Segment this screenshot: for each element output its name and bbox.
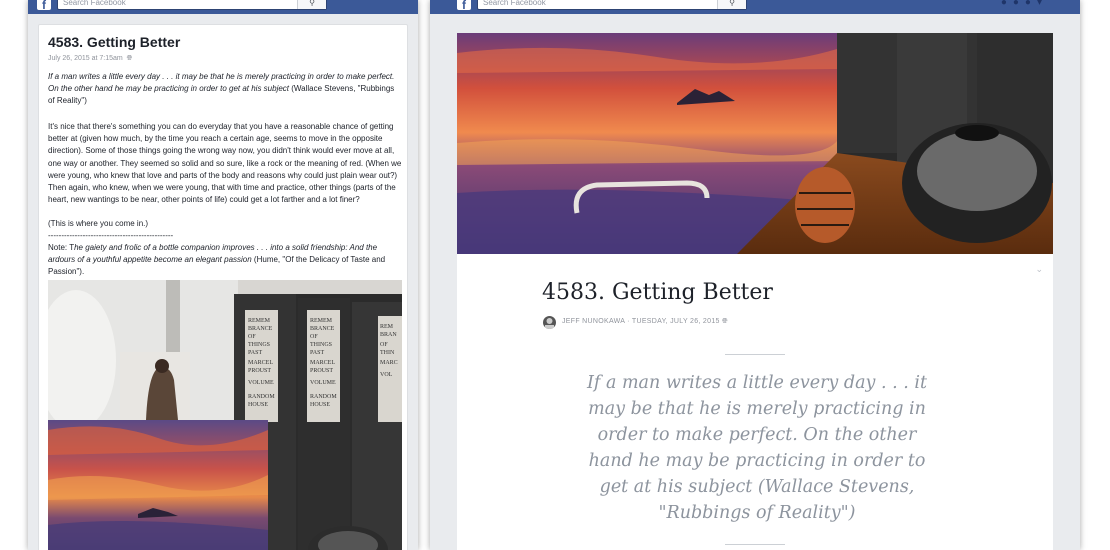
svg-text:REMEM: REMEM: [248, 318, 271, 324]
svg-text:MARCEL: MARCEL: [310, 360, 335, 366]
svg-text:REM: REM: [380, 324, 394, 330]
post-photo[interactable]: REMEM BRANCE OF THINGS PAST MARCEL PROUST VOL…: [48, 280, 402, 550]
article-date[interactable]: TUESDAY, JULY 26, 2015: [632, 318, 720, 325]
photo-illustration: REMEM BRANCE OF THINGS PAST MARCEL PROUST VOL…: [48, 280, 402, 550]
author-name[interactable]: JEFF NUNOKAWA: [562, 318, 625, 325]
article-body: ⌄ 4583. Getting Better JEFF NUNOKAWA · T…: [457, 254, 1053, 550]
svg-text:OF: OF: [248, 334, 256, 340]
facebook-logo-icon[interactable]: f: [457, 0, 471, 12]
cover-illustration: [457, 33, 1053, 254]
svg-text:THINGS: THINGS: [248, 342, 270, 348]
svg-text:PROUST: PROUST: [248, 368, 271, 374]
facebook-top-bar: f Search Facebook ⚲: [28, 0, 418, 14]
chevron-down-icon[interactable]: ▾: [1037, 0, 1048, 8]
svg-text:PAST: PAST: [310, 350, 324, 356]
search-icon[interactable]: ⚲: [297, 0, 326, 9]
svg-text:RANDOM: RANDOM: [248, 394, 275, 400]
search-box[interactable]: Search Facebook ⚲: [477, 0, 747, 10]
friends-icon[interactable]: ●: [1001, 0, 1013, 8]
facebook-logo-icon[interactable]: f: [37, 0, 51, 12]
divider-top: [725, 354, 785, 355]
article-byline: JEFF NUNOKAWA · TUESDAY, JULY 26, 2015 🌐…: [562, 318, 728, 326]
svg-text:HOUSE: HOUSE: [310, 402, 330, 408]
post-card: 4583. Getting Better July 26, 2015 at 7:…: [38, 24, 408, 550]
svg-text:BRANCE: BRANCE: [310, 326, 335, 332]
svg-text:BRANCE: BRANCE: [248, 326, 273, 332]
chevron-down-icon[interactable]: ⌄: [1035, 264, 1043, 275]
globe-icon: 🌐︎: [721, 318, 728, 325]
avatar[interactable]: [543, 316, 556, 329]
right-window: f Search Facebook ⚲ ●●●▾ ⌄ 4583. Getting…: [430, 0, 1080, 550]
post-body: It's nice that there's something you can…: [48, 122, 402, 205]
svg-text:MARCEL: MARCEL: [248, 360, 273, 366]
svg-text:THINGS: THINGS: [310, 342, 332, 348]
article-quote: If a man writes a little every day . . .…: [587, 373, 927, 523]
svg-text:VOL: VOL: [380, 372, 393, 378]
svg-text:BRAN: BRAN: [380, 332, 397, 338]
note-lead: Note: T: [48, 243, 75, 252]
globe-icon: 🌐︎: [124, 55, 133, 62]
search-icon[interactable]: ⚲: [717, 0, 746, 9]
svg-text:THIN: THIN: [380, 350, 395, 356]
left-window: f Search Facebook ⚲ 4583. Getting Better…: [28, 0, 418, 550]
post-meta: July 26, 2015 at 7:15am 🌐︎: [48, 55, 132, 63]
post-divider: ----------------------------------------…: [48, 231, 174, 240]
svg-text:PROUST: PROUST: [310, 368, 333, 374]
svg-text:RANDOM: RANDOM: [310, 394, 337, 400]
notifications-icon[interactable]: ●: [1025, 0, 1037, 8]
svg-text:VOLUME: VOLUME: [248, 380, 274, 386]
svg-text:MARC: MARC: [380, 360, 398, 366]
article-title: 4583. Getting Better: [542, 280, 773, 305]
byline-separator: ·: [627, 318, 630, 325]
search-input[interactable]: Search Facebook: [483, 0, 546, 8]
top-bar-icons: ●●●▾: [1001, 0, 1048, 8]
svg-text:REMEM: REMEM: [310, 318, 333, 324]
search-input[interactable]: Search Facebook: [63, 0, 126, 8]
search-box[interactable]: Search Facebook ⚲: [57, 0, 327, 10]
article-cover-photo[interactable]: [457, 33, 1053, 254]
messages-icon[interactable]: ●: [1013, 0, 1025, 8]
svg-text:OF: OF: [310, 334, 318, 340]
svg-text:VOLUME: VOLUME: [310, 380, 336, 386]
svg-text:HOUSE: HOUSE: [248, 402, 268, 408]
divider-bottom: [725, 544, 785, 545]
facebook-top-bar: f Search Facebook ⚲ ●●●▾: [430, 0, 1080, 14]
post-note: Note: The gaiety and frolic of a bottle …: [48, 242, 403, 279]
post-timestamp[interactable]: July 26, 2015 at 7:15am: [48, 55, 123, 62]
post-closing: (This is where you come in.): [48, 219, 149, 228]
post-title: 4583. Getting Better: [48, 34, 181, 50]
svg-text:OF: OF: [380, 342, 388, 348]
post-quote: If a man writes a little every day . . .…: [48, 71, 403, 108]
svg-text:PAST: PAST: [248, 350, 262, 356]
